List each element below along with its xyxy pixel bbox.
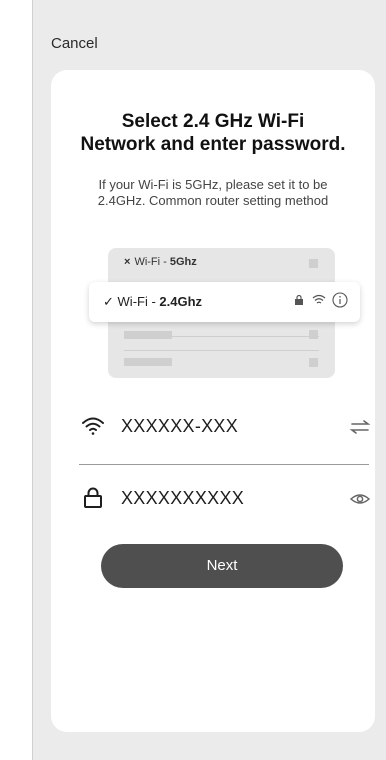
- wifi-5ghz-prefix: Wi-Fi -: [134, 256, 170, 268]
- lock-icon: [84, 487, 102, 508]
- wifi-5ghz-row: × Wi-Fi - 5Ghz: [124, 256, 319, 272]
- wifi-24ghz-band: 2.4Ghz: [159, 294, 203, 309]
- password-value[interactable]: XXXXXXXXXX: [121, 488, 244, 509]
- ssid-field[interactable]: XXXXXX-XXX: [51, 408, 375, 448]
- placeholder-square: [309, 358, 318, 367]
- small-wifi-icon: [312, 294, 326, 304]
- title-line-1: Select 2.4 GHz Wi-Fi: [121, 111, 305, 132]
- subtitle-line-2: 2.4GHz. Common router setting method: [97, 193, 329, 208]
- ssid-value[interactable]: XXXXXX-XXX: [121, 416, 238, 437]
- wifi-setup-card: Select 2.4 GHz Wi-Fi Network and enter p…: [51, 70, 375, 732]
- wifi-24ghz-label: ✓ Wi-Fi - 2.4Ghz: [103, 294, 202, 310]
- instructions-text: If your Wi-Fi is 5GHz, please set it to …: [51, 177, 375, 209]
- screen-frame: Cancel Select 2.4 GHz Wi-Fi Network and …: [32, 0, 386, 760]
- small-lock-icon: [295, 294, 304, 305]
- field-divider: [79, 464, 369, 465]
- eye-icon[interactable]: [349, 488, 371, 510]
- list-divider: [124, 350, 319, 351]
- placeholder-square: [309, 330, 318, 339]
- subtitle-line-1: If your Wi-Fi is 5GHz, please set it to …: [98, 177, 328, 192]
- x-mark-icon: ×: [124, 256, 131, 268]
- wifi-icon: [82, 417, 104, 435]
- next-button[interactable]: Next: [101, 544, 343, 588]
- password-field[interactable]: XXXXXXXXXX: [51, 480, 375, 520]
- wifi-5ghz-band: 5Ghz: [169, 256, 197, 268]
- info-icon: [332, 292, 348, 308]
- check-icon: ✓: [103, 294, 114, 309]
- placeholder-bar: [124, 358, 172, 366]
- placeholder-bar: [124, 331, 172, 339]
- page-title: Select 2.4 GHz Wi-Fi Network and enter p…: [51, 110, 375, 156]
- wifi-24ghz-row: ✓ Wi-Fi - 2.4Ghz: [89, 282, 360, 322]
- wifi-24ghz-prefix: Wi-Fi -: [117, 294, 160, 309]
- title-line-2: Network and enter password.: [80, 134, 346, 155]
- switch-arrows-icon[interactable]: [349, 416, 371, 438]
- cancel-button[interactable]: Cancel: [51, 35, 98, 52]
- placeholder-square: [309, 259, 318, 268]
- wifi-row-icons: [294, 292, 348, 308]
